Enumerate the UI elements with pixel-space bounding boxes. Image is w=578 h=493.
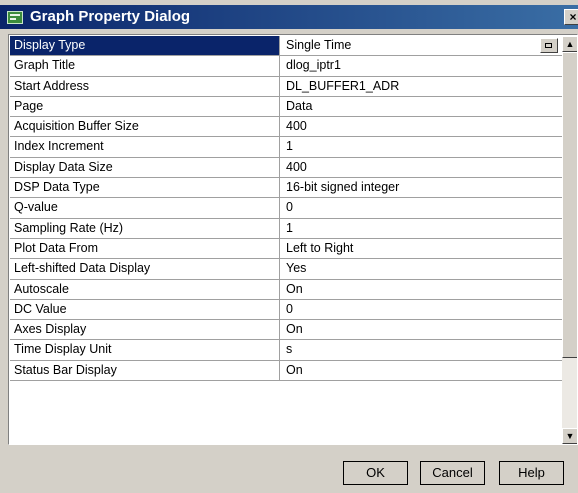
- property-name: DSP Data Type: [10, 178, 280, 198]
- property-row[interactable]: Sampling Rate (Hz) 1: [10, 218, 562, 239]
- vertical-scrollbar[interactable]: ▲ ▼: [562, 36, 577, 444]
- property-row[interactable]: Acquisition Buffer Size 400: [10, 117, 562, 138]
- property-value[interactable]: 16-bit signed integer: [280, 178, 562, 197]
- property-row[interactable]: Display Type Single Time: [10, 36, 562, 57]
- property-value[interactable]: On: [280, 361, 562, 380]
- property-value[interactable]: s: [280, 340, 562, 359]
- property-name: Start Address: [10, 76, 280, 96]
- property-row[interactable]: Q-value 0: [10, 198, 562, 219]
- property-name: Graph Title: [10, 56, 280, 76]
- property-name: Axes Display: [10, 320, 280, 340]
- property-row[interactable]: Start Address DL_BUFFER1_ADR: [10, 76, 562, 97]
- property-name: Left-shifted Data Display: [10, 259, 280, 279]
- property-value[interactable]: 400: [280, 158, 562, 177]
- property-row[interactable]: Graph Title dlog_iptr1: [10, 56, 562, 77]
- property-row[interactable]: Axes Display On: [10, 320, 562, 341]
- property-value[interactable]: 400: [280, 117, 562, 136]
- property-value[interactable]: 0: [280, 198, 562, 217]
- property-value[interactable]: Left to Right: [280, 239, 562, 258]
- property-name: Acquisition Buffer Size: [10, 117, 280, 137]
- close-button[interactable]: ×: [564, 9, 578, 25]
- property-name: Page: [10, 96, 280, 117]
- property-row[interactable]: DSP Data Type 16-bit signed integer: [10, 178, 562, 199]
- property-row[interactable]: Autoscale On: [10, 279, 562, 300]
- property-name: DC Value: [10, 299, 280, 320]
- property-row[interactable]: DC Value 0: [10, 299, 562, 321]
- property-name: Plot Data From: [10, 238, 280, 259]
- scroll-up-button[interactable]: ▲: [562, 36, 577, 52]
- property-name: Sampling Rate (Hz): [10, 218, 280, 238]
- property-name: Status Bar Display: [10, 360, 280, 381]
- property-value[interactable]: dlog_iptr1: [280, 56, 562, 75]
- property-name: Display Data Size: [10, 157, 280, 178]
- property-value[interactable]: 0: [280, 300, 562, 319]
- property-row[interactable]: Status Bar Display On: [10, 360, 562, 382]
- property-value[interactable]: Data: [280, 97, 562, 116]
- ok-button[interactable]: OK: [343, 461, 408, 485]
- property-list: Display Type Single Time Graph Title dlog_i…: [10, 36, 562, 382]
- property-row[interactable]: Left-shifted Data Display Yes: [10, 259, 562, 280]
- property-value[interactable]: DL_BUFFER1_ADR: [280, 77, 562, 96]
- property-row[interactable]: Page Data: [10, 96, 562, 118]
- property-name: Time Display Unit: [10, 340, 280, 360]
- cancel-button[interactable]: Cancel: [420, 461, 485, 485]
- property-value[interactable]: Single Time: [280, 36, 562, 55]
- property-value[interactable]: On: [280, 320, 562, 339]
- dialog-title: Graph Property Dialog: [30, 8, 191, 25]
- property-value[interactable]: On: [280, 280, 562, 299]
- graph-property-dialog: Graph Property Dialog × Display Type Sing…: [0, 0, 578, 493]
- help-button[interactable]: Help: [499, 461, 564, 485]
- scroll-down-button[interactable]: ▼: [562, 428, 577, 444]
- property-name: Index Increment: [10, 137, 280, 157]
- property-grid: Display Type Single Time Graph Title dlog_i…: [8, 34, 578, 445]
- property-name: Q-value: [10, 198, 280, 218]
- property-value[interactable]: 1: [280, 219, 562, 238]
- scroll-thumb[interactable]: [562, 52, 577, 358]
- graph-app-icon: [7, 11, 23, 24]
- property-value[interactable]: Yes: [280, 259, 562, 278]
- dropdown-button[interactable]: [540, 38, 558, 53]
- property-row[interactable]: Plot Data From Left to Right: [10, 238, 562, 260]
- property-row[interactable]: Index Increment 1: [10, 137, 562, 158]
- property-row[interactable]: Display Data Size 400: [10, 157, 562, 179]
- property-name: Autoscale: [10, 279, 280, 299]
- title-bar[interactable]: Graph Property Dialog ×: [0, 5, 578, 29]
- property-name: Display Type: [10, 36, 280, 56]
- property-value[interactable]: 1: [280, 137, 562, 156]
- property-row[interactable]: Time Display Unit s: [10, 340, 562, 361]
